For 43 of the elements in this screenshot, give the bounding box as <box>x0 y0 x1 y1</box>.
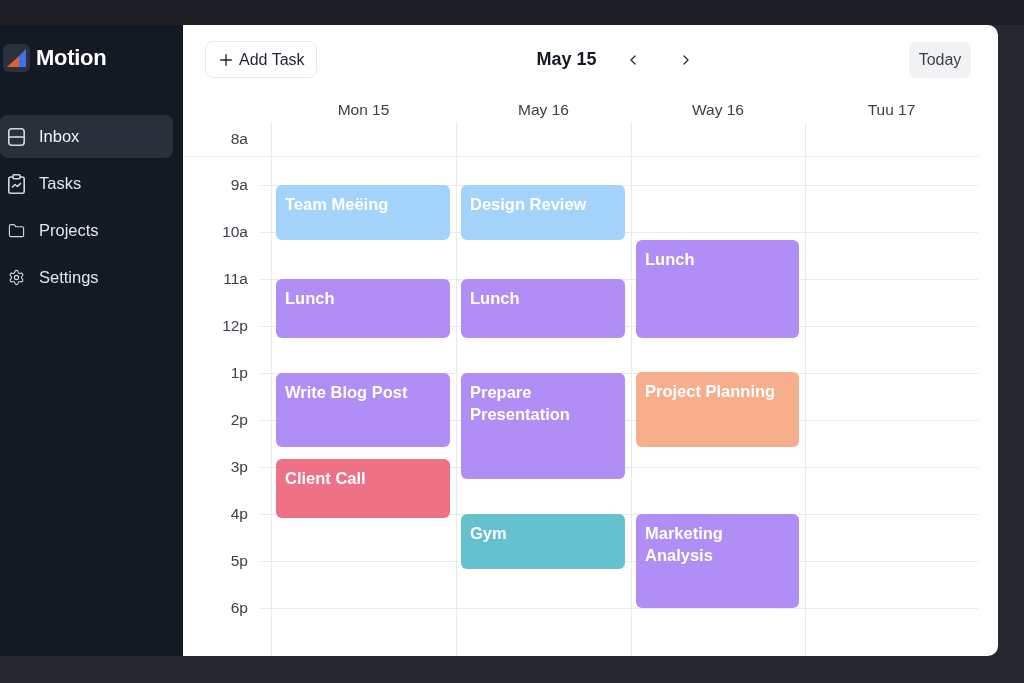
clipboard-icon <box>8 173 25 194</box>
day-header: Mon 15 <box>337 101 390 119</box>
calendar-event[interactable]: Client Call <box>276 459 450 518</box>
app-logo-text: Motion <box>36 45 107 71</box>
sidebar-item[interactable]: Projects <box>0 209 173 252</box>
calendar-event[interactable]: Project Planning <box>636 371 799 448</box>
settings-icon <box>8 268 25 287</box>
time-label: 3p <box>230 458 248 476</box>
calendar-event[interactable]: Prepare Presentation <box>461 373 625 479</box>
sidebar-item[interactable]: Inbox <box>0 115 173 158</box>
today-button[interactable]: Today <box>909 41 971 78</box>
add-task-button[interactable]: Add Task <box>205 41 317 78</box>
calendar-event[interactable]: Team Meëing <box>276 185 450 240</box>
time-label: 6p <box>230 599 248 617</box>
calendar-event[interactable]: Lunch <box>636 240 799 338</box>
sidebar-item-label: Settings <box>39 268 99 287</box>
sidebar-item-label: Projects <box>39 221 99 240</box>
calendar-event[interactable]: Marketing Analysis <box>636 514 799 608</box>
time-label: 4p <box>230 505 248 523</box>
time-label: 9a <box>230 176 248 194</box>
time-label: 11a <box>223 270 248 288</box>
folder-icon <box>8 221 25 240</box>
sidebar-item[interactable]: Tasks <box>0 162 173 205</box>
calendar-event[interactable]: Design Review <box>461 185 625 240</box>
time-label: 10a <box>222 223 248 241</box>
sidebar-item[interactable]: Settings <box>0 256 173 299</box>
sidebar-item-label: Inbox <box>39 127 80 146</box>
logo-icon <box>3 44 30 72</box>
calendar-event[interactable]: Write Blog Post <box>276 373 450 448</box>
calendar-event[interactable]: Gym <box>461 514 625 569</box>
time-label: 8a <box>230 130 248 148</box>
inbox-icon <box>8 127 25 146</box>
sidebar-item-label: Tasks <box>39 174 82 193</box>
time-label: 1p <box>230 364 248 382</box>
day-header: May 16 <box>518 101 569 119</box>
calendar-event[interactable]: Lunch <box>461 279 625 338</box>
time-label: 2p <box>230 411 248 429</box>
time-label: 5p <box>230 552 248 570</box>
time-label: 12p <box>222 317 248 335</box>
day-header: Way 16 <box>692 101 744 119</box>
calendar-event[interactable]: Lunch <box>276 279 450 338</box>
date-title: May 15 <box>536 49 597 70</box>
day-header: Tuu 17 <box>867 101 916 119</box>
